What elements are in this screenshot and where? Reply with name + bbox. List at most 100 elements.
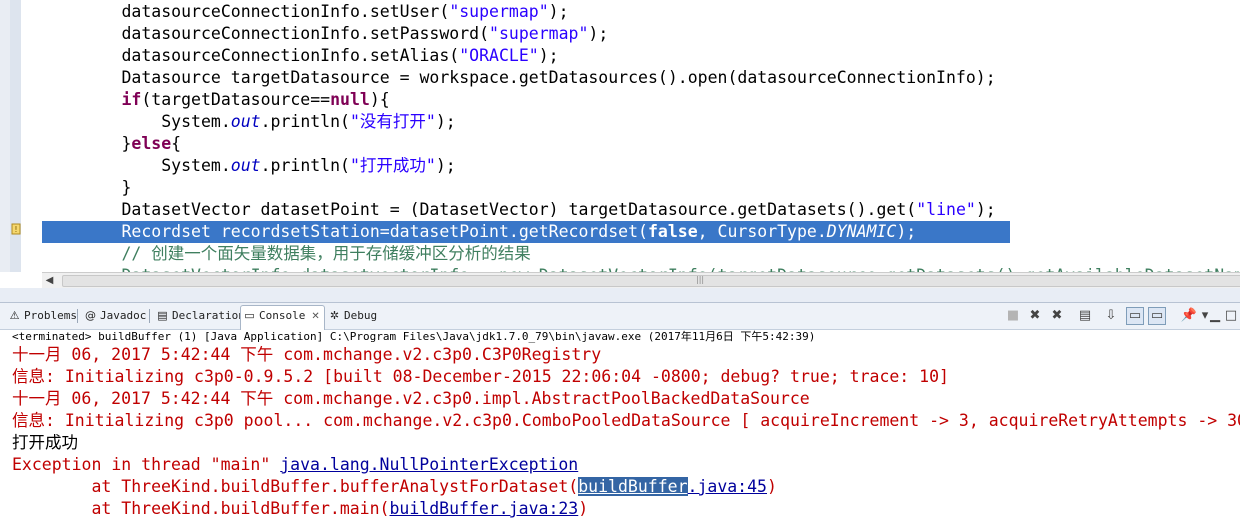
code-token: datasourceConnectionInfo.setUser( — [121, 2, 450, 21]
code-token: ); — [435, 112, 456, 131]
tab-console[interactable]: ▭ Console ✕ — [240, 305, 325, 330]
show-on-stderr-icon[interactable]: ▭ — [1148, 307, 1166, 325]
console-text: 十一月 06, 2017 5:42:44 下午 com.mchange.v2.c… — [12, 345, 602, 364]
console-line: 十一月 06, 2017 5:42:44 下午 com.mchange.v2.c… — [12, 344, 601, 366]
javadoc-icon: @ — [85, 309, 96, 322]
code-token: DatasetVector datasetPoint = (DatasetVec… — [121, 200, 917, 219]
tab-label: Console — [259, 309, 306, 322]
tab-separator — [149, 309, 150, 323]
code-token: ); — [588, 24, 609, 43]
remove-launch-icon[interactable]: ✖ — [1026, 307, 1044, 325]
console-line: 打开成功 — [12, 432, 78, 454]
code-token: "打开成功" — [349, 156, 436, 175]
tab-label: Debug — [344, 309, 378, 322]
console-text: ) — [578, 499, 589, 518]
code-token: "ORACLE" — [459, 46, 539, 65]
debug-icon: ✲ — [329, 309, 340, 322]
code-line[interactable]: }else{ — [42, 133, 181, 155]
code-token: ); — [896, 222, 917, 241]
problems-icon: ⚠ — [9, 309, 20, 322]
code-editor[interactable]: ! datasourceConnectionInfo.setUser("supe… — [0, 0, 1240, 272]
console-text: Exception in thread "main" — [12, 455, 281, 474]
console-text: 十一月 06, 2017 5:42:44 下午 com.mchange.v2.c… — [12, 389, 810, 408]
code-line[interactable]: if(targetDatasource==null){ — [42, 89, 390, 111]
tab-javadoc[interactable]: @ Javadoc — [82, 306, 146, 326]
view-separator[interactable] — [0, 288, 1240, 303]
show-on-stdout-icon[interactable]: ▭ — [1126, 307, 1144, 325]
code-token: System. — [161, 112, 231, 131]
code-token: ); — [435, 156, 456, 175]
console-text: ) — [767, 477, 777, 496]
code-token: false — [647, 222, 698, 241]
code-line[interactable]: // 创建一个面矢量数据集，用于存储缓冲区分析的结果 — [42, 243, 531, 265]
console-line: at ThreeKind.buildBuffer.bufferAnalystFo… — [12, 476, 777, 498]
code-line[interactable]: DatasetVector datasetPoint = (DatasetVec… — [42, 199, 996, 221]
terminate-icon[interactable]: ■ — [1004, 307, 1022, 325]
scrollbar-thumb[interactable] — [62, 275, 1240, 287]
clear-console-icon[interactable]: ▤ — [1076, 307, 1094, 325]
code-token: // 创建一个面矢量数据集，用于存储缓冲区分析的结果 — [121, 244, 531, 263]
folding-gutter[interactable] — [21, 0, 41, 272]
tab-separator — [77, 309, 78, 323]
warning-icon[interactable]: ! — [11, 223, 21, 235]
tab-debug[interactable]: ✲ Debug — [326, 306, 377, 326]
code-line[interactable]: } — [42, 177, 131, 199]
bottom-view-tabbar: ⚠ Problems @ Javadoc ▤ Declaration ▭ Console ✕ ✲ D… — [0, 303, 1240, 330]
code-token: "supermap" — [449, 2, 549, 21]
tab-label: Problems — [24, 309, 77, 322]
maximize-view-icon[interactable]: □ — [1222, 307, 1240, 325]
stacktrace-link[interactable]: buildBuffer — [578, 477, 688, 496]
stacktrace-link[interactable]: .java:45 — [688, 477, 767, 496]
console-line: Exception in thread "main" java.lang.Nul… — [12, 454, 578, 476]
code-line[interactable]: DatasetVectorInfo datasetvectorInfo = ne… — [42, 265, 1240, 272]
close-icon[interactable]: ✕ — [311, 311, 319, 322]
console-process-status: <terminated> buildBuffer (1) [Java Appli… — [12, 330, 816, 343]
code-line[interactable]: System.out.println("打开成功"); — [42, 155, 456, 177]
code-token: ){ — [369, 90, 390, 109]
code-token: ); — [975, 200, 996, 219]
code-token: } — [121, 178, 132, 197]
code-token: Datasource targetDatasource = workspace.… — [121, 68, 996, 87]
console-text: 打开成功 — [12, 433, 78, 452]
console-line: 十一月 06, 2017 5:42:44 下午 com.mchange.v2.c… — [12, 388, 810, 410]
code-token: .println( — [260, 112, 350, 131]
editor-horizontal-scrollbar[interactable]: ◀ ||| — [42, 272, 1240, 288]
stacktrace-link[interactable]: buildBuffer.java:23 — [390, 499, 579, 518]
code-token: "没有打开" — [349, 112, 436, 131]
console-text: 信息: Initializing c3p0 pool... com.mchang… — [12, 411, 1240, 430]
console-line: 信息: Initializing c3p0-0.9.5.2 [built 08-… — [12, 366, 949, 388]
code-token: { — [171, 134, 182, 153]
code-token: else — [131, 134, 172, 153]
console-text: at ThreeKind.buildBuffer.main( — [12, 499, 390, 518]
stacktrace-link[interactable]: java.lang.NullPointerException — [280, 455, 578, 474]
tab-declaration[interactable]: ▤ Declaration — [154, 306, 245, 326]
code-token: (targetDatasource== — [141, 90, 331, 109]
code-token: ); — [548, 2, 569, 21]
tab-problems[interactable]: ⚠ Problems — [6, 306, 77, 326]
code-token: } — [121, 134, 132, 153]
code-token: System. — [161, 156, 231, 175]
code-token: null — [330, 90, 370, 109]
code-token: out — [230, 112, 261, 131]
code-token: datasourceConnectionInfo.setAlias( — [121, 46, 460, 65]
code-line[interactable]: Datasource targetDatasource = workspace.… — [42, 67, 996, 89]
code-token: ); — [538, 46, 559, 65]
scroll-lock-icon[interactable]: ⇩ — [1102, 307, 1120, 325]
code-line[interactable]: datasourceConnectionInfo.setPassword("su… — [42, 23, 608, 45]
scroll-left-icon[interactable]: ◀ — [42, 274, 57, 287]
scrollbar-grip-icon: ||| — [696, 275, 705, 284]
code-line[interactable]: datasourceConnectionInfo.setAlias("ORACL… — [42, 45, 559, 67]
code-line[interactable]: datasourceConnectionInfo.setUser("superm… — [42, 1, 569, 23]
tab-label: Javadoc — [100, 309, 147, 322]
code-token: if — [121, 90, 142, 109]
code-token: "supermap" — [489, 24, 589, 43]
tab-label: Declaration — [172, 309, 245, 322]
console-icon: ▭ — [244, 309, 255, 322]
code-line[interactable]: System.out.println("没有打开"); — [42, 111, 456, 133]
code-token: Recordset recordsetStation=datasetPoint.… — [121, 222, 648, 241]
code-line-selected[interactable]: Recordset recordsetStation=datasetPoint.… — [42, 221, 1010, 243]
code-token: datasourceConnectionInfo.setPassword( — [121, 24, 490, 43]
remove-all-terminated-icon[interactable]: ✖ — [1048, 307, 1066, 325]
code-token: DYNAMIC — [826, 222, 897, 241]
declaration-icon: ▤ — [157, 309, 168, 322]
